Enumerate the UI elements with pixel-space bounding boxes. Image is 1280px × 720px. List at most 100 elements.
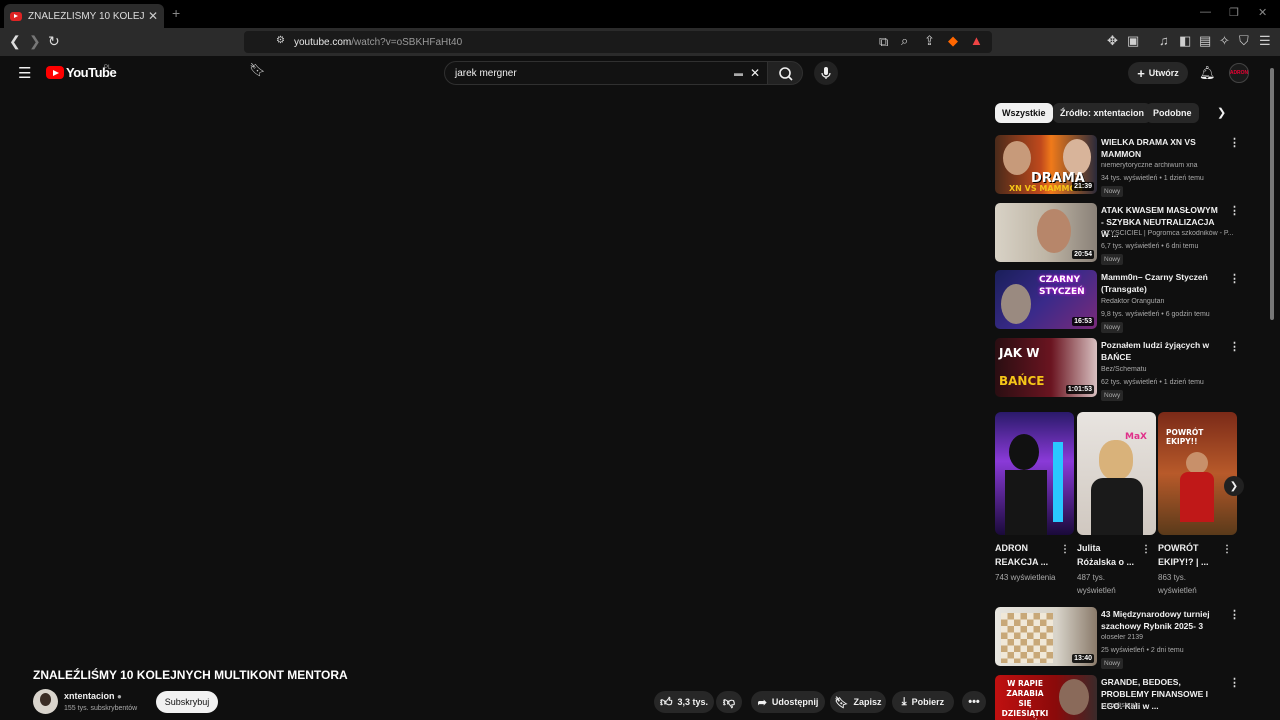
more-actions-button[interactable]: •••: [962, 691, 986, 713]
video-channel[interactable]: zumalistapl: [1101, 702, 1237, 709]
brave-shield-icon[interactable]: ◆: [948, 33, 958, 49]
video-meta: 62 tys. wyświetleń • 1 dzień temu: [1101, 379, 1204, 386]
site-info-icon[interactable]: ⚙: [276, 35, 285, 46]
open-external-icon[interactable]: ⧉: [879, 34, 888, 50]
extensions-icon[interactable]: ✥: [1107, 33, 1118, 49]
voice-search-button[interactable]: [814, 61, 838, 85]
more-vertical-icon[interactable]: ⋮: [1229, 272, 1240, 285]
video-channel[interactable]: oloseler 2139: [1101, 634, 1237, 641]
video-title[interactable]: WIELKA DRAMA XN VS MAMMON: [1101, 136, 1221, 160]
short-thumbnail[interactable]: POWRÓT EKIPY!!: [1158, 412, 1237, 535]
youtube-logo-icon[interactable]: [46, 66, 64, 79]
short-title[interactable]: POWRÓT EKIPY!? | ...: [1158, 541, 1218, 569]
chip-all[interactable]: Wszystkie: [995, 103, 1053, 123]
more-vertical-icon[interactable]: ⋮: [1229, 136, 1240, 149]
video-channel[interactable]: niemerytoryczne archiwum xna: [1101, 162, 1237, 169]
shorts-next-button[interactable]: ❯: [1224, 476, 1244, 496]
short-views: 487 tys. wyświetleń: [1077, 573, 1116, 595]
close-window-icon[interactable]: ✕: [1258, 6, 1267, 19]
video-thumbnail[interactable]: 13:40: [995, 607, 1097, 666]
browser-tab[interactable]: ZNALEŹLIŚMY 10 KOLEJNYCH M ✕: [4, 4, 164, 28]
short-title[interactable]: Julita Różalska o ...: [1077, 541, 1137, 569]
short-views: 743 wyświetlenia: [995, 573, 1056, 582]
region-code: PL: [104, 65, 112, 71]
search-input[interactable]: jarek mergner: [444, 61, 768, 85]
chips-next-icon[interactable]: ❯: [1217, 106, 1226, 119]
menu-icon[interactable]: ☰: [1259, 33, 1271, 49]
search-button[interactable]: [767, 61, 803, 85]
thumbnail-subtext: BAŃCE: [999, 374, 1045, 388]
restore-icon[interactable]: ❐: [1229, 6, 1239, 19]
leo-icon[interactable]: ✧: [1219, 33, 1230, 49]
video-duration: 1:01:53: [1065, 385, 1094, 394]
thumbnail-chessboard: [1001, 613, 1053, 663]
video-duration: 21:39: [1072, 182, 1094, 191]
video-thumbnail[interactable]: CZARNY STYCZEŃ 16:53: [995, 270, 1097, 329]
video-title[interactable]: 43 Międzynarodowy turniej szachowy Rybni…: [1101, 608, 1221, 632]
page-scrollbar[interactable]: [1270, 68, 1274, 320]
more-vertical-icon[interactable]: ⋮: [1060, 544, 1070, 555]
create-button[interactable]: + Utwórz: [1128, 62, 1188, 84]
video-title[interactable]: Poznałem ludzi żyjących w BAŃCE: [1101, 339, 1221, 363]
video-title[interactable]: Mamm0n– Czarny Styczeń (Transgate): [1101, 271, 1221, 295]
channel-avatar[interactable]: [33, 689, 58, 714]
video-channel[interactable]: CZYŚCICIEL | Pogromca szkodników - P...: [1101, 230, 1237, 237]
notifications-bell-icon[interactable]: 🔔︎: [1199, 65, 1216, 81]
more-vertical-icon[interactable]: ⋮: [1229, 340, 1240, 353]
like-count: 3,3 tys.: [677, 697, 709, 707]
sidebar-icon[interactable]: ◧: [1179, 33, 1191, 49]
video-channel[interactable]: Redaktor Orangutan: [1101, 298, 1237, 305]
reload-icon[interactable]: ↻: [48, 33, 60, 50]
more-vertical-icon[interactable]: ⋮: [1141, 544, 1151, 555]
chip-source[interactable]: Źródło: xntentacion: [1053, 103, 1151, 123]
user-avatar[interactable]: ADRON: [1229, 63, 1249, 83]
chip-related[interactable]: Podobne: [1146, 103, 1199, 123]
video-thumbnail[interactable]: DRAMA XN VS MAMMON 21:39: [995, 135, 1097, 194]
minimize-icon[interactable]: —: [1200, 6, 1211, 18]
share-label: Udostępnij: [771, 697, 819, 707]
forward-icon[interactable]: ❯: [29, 33, 41, 50]
clear-search-icon[interactable]: ✕: [750, 66, 760, 80]
video-thumbnail[interactable]: W RAPIE ZARABIA SIĘ DZIESIĄTKI MILIONÓW: [995, 675, 1097, 720]
more-vertical-icon[interactable]: ⋮: [1229, 676, 1240, 689]
thumbnail-face: [1059, 679, 1089, 715]
video-thumbnail[interactable]: JAK W BAŃCE 1:01:53: [995, 338, 1097, 397]
channel-name[interactable]: xntentacion ●: [64, 691, 122, 701]
video-duration: 20:54: [1072, 250, 1094, 259]
wallet-icon[interactable]: ▤: [1199, 33, 1211, 49]
thumbs-down-icon: 👎︎: [722, 694, 736, 709]
video-player[interactable]: [0, 96, 980, 656]
more-vertical-icon[interactable]: ⋮: [1229, 608, 1240, 621]
thumbnail-text: W RAPIE ZARABIA SIĘ DZIESIĄTKI MILIONÓW: [1001, 679, 1049, 720]
short-thumbnail[interactable]: [995, 412, 1074, 535]
tab-title: ZNALEŹLIŚMY 10 KOLEJNYCH M: [28, 10, 144, 22]
short-thumbnail[interactable]: MaX: [1077, 412, 1156, 535]
chevron-right-icon: ❯: [1229, 480, 1239, 492]
hamburger-menu-icon[interactable]: ☰: [18, 64, 31, 82]
video-thumbnail[interactable]: 20:54: [995, 203, 1097, 262]
screenshot-icon[interactable]: ▣: [1127, 33, 1139, 49]
brave-rewards-icon[interactable]: ▲: [970, 33, 983, 48]
music-icon[interactable]: ♫: [1159, 33, 1169, 48]
share-button[interactable]: ➦ Udostępnij: [751, 691, 825, 713]
new-badge: Nowy: [1101, 186, 1124, 197]
new-tab-icon[interactable]: +: [172, 5, 180, 21]
more-vertical-icon[interactable]: ⋮: [1222, 544, 1232, 555]
short-title[interactable]: ADRON REAKCJA ...: [995, 541, 1055, 569]
back-icon[interactable]: ❮: [9, 33, 21, 50]
vpn-icon[interactable]: ⛉: [1239, 33, 1249, 49]
dislike-button[interactable]: 👎︎: [716, 691, 742, 713]
bookmark-icon[interactable]: 🔖︎: [249, 62, 266, 78]
video-channel[interactable]: Bez/Schematu: [1101, 366, 1237, 373]
like-button[interactable]: 👍︎ 3,3 tys.: [654, 691, 714, 713]
more-vertical-icon[interactable]: ⋮: [1229, 204, 1240, 217]
download-button[interactable]: ⤓ Pobierz: [892, 691, 954, 713]
close-tab-icon[interactable]: ✕: [148, 9, 158, 23]
subscribe-button[interactable]: Subskrybuj: [156, 691, 218, 713]
share-page-icon[interactable]: ⇪: [924, 33, 935, 49]
zoom-icon[interactable]: ⌕: [901, 33, 908, 49]
thumbnail-face: [1001, 284, 1031, 324]
keyboard-icon[interactable]: ▬: [734, 68, 743, 78]
browser-nav-bar: ❮ ❯ ↻ 🔖︎ ⚙ youtube.com/watch?v=oSBKHFaHt…: [0, 28, 1280, 77]
save-button[interactable]: 🔖︎ Zapisz: [830, 691, 886, 713]
